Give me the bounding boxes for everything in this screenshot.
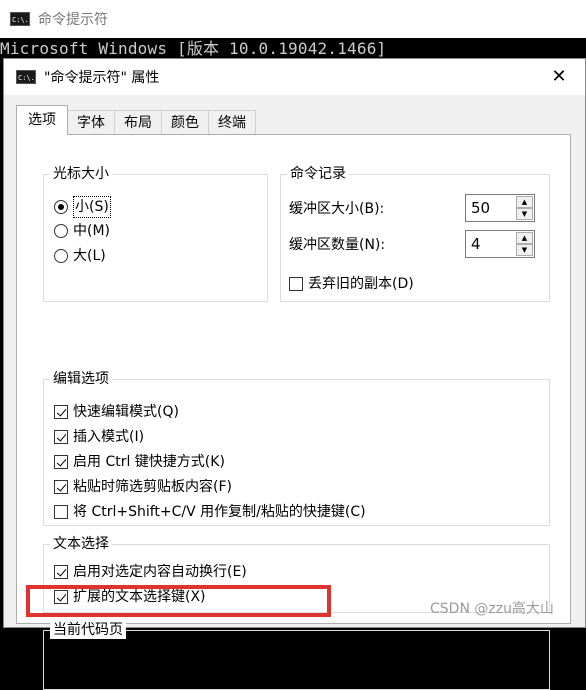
cursor-size-group: 光标大小 小(S) 中(M) 大(L) xyxy=(43,165,268,302)
tab-terminal[interactable]: 终端 xyxy=(208,110,256,135)
checkbox-unchecked[interactable] xyxy=(289,277,303,291)
buffer-size-stepper[interactable]: 50 ▲ ▼ xyxy=(465,194,535,222)
text-selection-group-label: 文本选择 xyxy=(50,535,112,553)
code-page-value: 936 (ANSI/OEM - 简体中文 GBK) xyxy=(58,650,290,668)
insert-mode-checkbox[interactable]: 插入模式(I) xyxy=(54,427,144,447)
buffer-count-stepper[interactable]: 4 ▲ ▼ xyxy=(465,230,535,258)
console-output-line: Microsoft Windows [版本 10.0.19042.1466] xyxy=(0,39,387,58)
checkbox-checked[interactable] xyxy=(54,565,68,579)
radio-label-large: 大(L) xyxy=(73,248,106,264)
radio-button-selected[interactable] xyxy=(54,200,68,214)
highlight-annotation-box xyxy=(26,585,331,617)
buffer-size-label: 缓冲区大小(B): xyxy=(289,201,385,217)
quick-edit-checkbox[interactable]: 快速编辑模式(Q) xyxy=(54,402,179,422)
tab-options[interactable]: 选项 xyxy=(16,105,68,135)
code-page-group: 当前代码页 936 (ANSI/OEM - 简体中文 GBK) xyxy=(43,621,550,690)
dialog-title: "命令提示符" 属性 xyxy=(44,70,160,86)
cmd-icon: C:\. xyxy=(10,12,30,26)
edit-options-group: 编辑选项 快速编辑模式(Q) 插入模式(I) 启用 Ctrl 键快捷方式(K) … xyxy=(43,370,550,526)
radio-button[interactable] xyxy=(54,224,68,238)
line-wrap-selection-checkbox[interactable]: 启用对选定内容自动换行(E) xyxy=(54,562,247,582)
insert-mode-label: 插入模式(I) xyxy=(73,429,145,445)
spin-down-icon[interactable]: ▼ xyxy=(516,244,533,256)
ctrl-shift-cv-checkbox[interactable]: 将 Ctrl+Shift+C/V 用作复制/粘贴的快捷键(C) xyxy=(54,502,366,522)
properties-dialog: C:\. "命令提示符" 属性 ✕ 选项 字体 布局 颜色 终端 光标大小 小(… xyxy=(3,58,586,690)
discard-old-duplicates-checkbox[interactable]: 丢弃旧的副本(D) xyxy=(289,274,414,294)
edit-options-group-label: 编辑选项 xyxy=(50,370,112,388)
cursor-size-small-radio[interactable]: 小(S) xyxy=(54,196,111,218)
tab-font[interactable]: 字体 xyxy=(67,110,115,135)
cmd-icon: C:\. xyxy=(16,70,36,84)
radio-button[interactable] xyxy=(54,249,68,263)
checkbox-checked[interactable] xyxy=(54,430,68,444)
tab-strip: 选项 字体 布局 颜色 终端 xyxy=(16,105,256,135)
command-history-group-label: 命令记录 xyxy=(287,165,349,183)
command-history-group: 命令记录 缓冲区大小(B): 50 ▲ ▼ 缓冲区数量(N): 4 ▲ ▼ 丢弃… xyxy=(280,165,550,302)
spin-up-icon[interactable]: ▲ xyxy=(516,232,533,244)
buffer-size-value[interactable]: 50 xyxy=(471,198,490,218)
discard-label: 丢弃旧的副本(D) xyxy=(308,276,414,292)
checkbox-checked[interactable] xyxy=(54,405,68,419)
code-page-group-label: 当前代码页 xyxy=(50,621,126,639)
radio-label-medium: 中(M) xyxy=(73,223,111,239)
checkbox-unchecked[interactable] xyxy=(54,505,68,519)
filter-clipboard-checkbox[interactable]: 粘贴时筛选剪贴板内容(F) xyxy=(54,477,232,497)
dialog-titlebar[interactable]: C:\. "命令提示符" 属性 ✕ xyxy=(4,59,585,95)
radio-label-small: 小(S) xyxy=(73,196,111,218)
buffer-count-label: 缓冲区数量(N): xyxy=(289,237,386,253)
ctrl-shortcuts-label: 启用 Ctrl 键快捷方式(K) xyxy=(73,454,225,470)
cmd-window-title: 命令提示符 xyxy=(38,12,108,28)
line-wrap-selection-label: 启用对选定内容自动换行(E) xyxy=(73,564,247,580)
cursor-size-medium-radio[interactable]: 中(M) xyxy=(54,221,110,241)
buffer-count-value[interactable]: 4 xyxy=(471,234,481,254)
spin-up-icon[interactable]: ▲ xyxy=(516,196,533,208)
cmd-window-titlebar: C:\. 命令提示符 xyxy=(0,0,586,38)
ctrl-shortcuts-checkbox[interactable]: 启用 Ctrl 键快捷方式(K) xyxy=(54,452,225,472)
filter-clipboard-label: 粘贴时筛选剪贴板内容(F) xyxy=(73,479,232,495)
close-icon[interactable]: ✕ xyxy=(549,67,569,87)
tab-colors[interactable]: 颜色 xyxy=(161,110,209,135)
tab-layout[interactable]: 布局 xyxy=(114,110,162,135)
cursor-size-large-radio[interactable]: 大(L) xyxy=(54,246,106,266)
options-tab-panel: 光标大小 小(S) 中(M) 大(L) 命令记录 缓冲区大小(B): 50 ▲ xyxy=(16,134,571,690)
checkbox-checked[interactable] xyxy=(54,455,68,469)
checkbox-checked[interactable] xyxy=(54,480,68,494)
ctrl-shift-cv-label: 将 Ctrl+Shift+C/V 用作复制/粘贴的快捷键(C) xyxy=(73,504,366,520)
watermark: CSDN @zzu高大山 xyxy=(430,601,554,617)
spin-down-icon[interactable]: ▼ xyxy=(516,208,533,220)
quick-edit-label: 快速编辑模式(Q) xyxy=(73,404,179,420)
cursor-size-group-label: 光标大小 xyxy=(50,165,112,183)
